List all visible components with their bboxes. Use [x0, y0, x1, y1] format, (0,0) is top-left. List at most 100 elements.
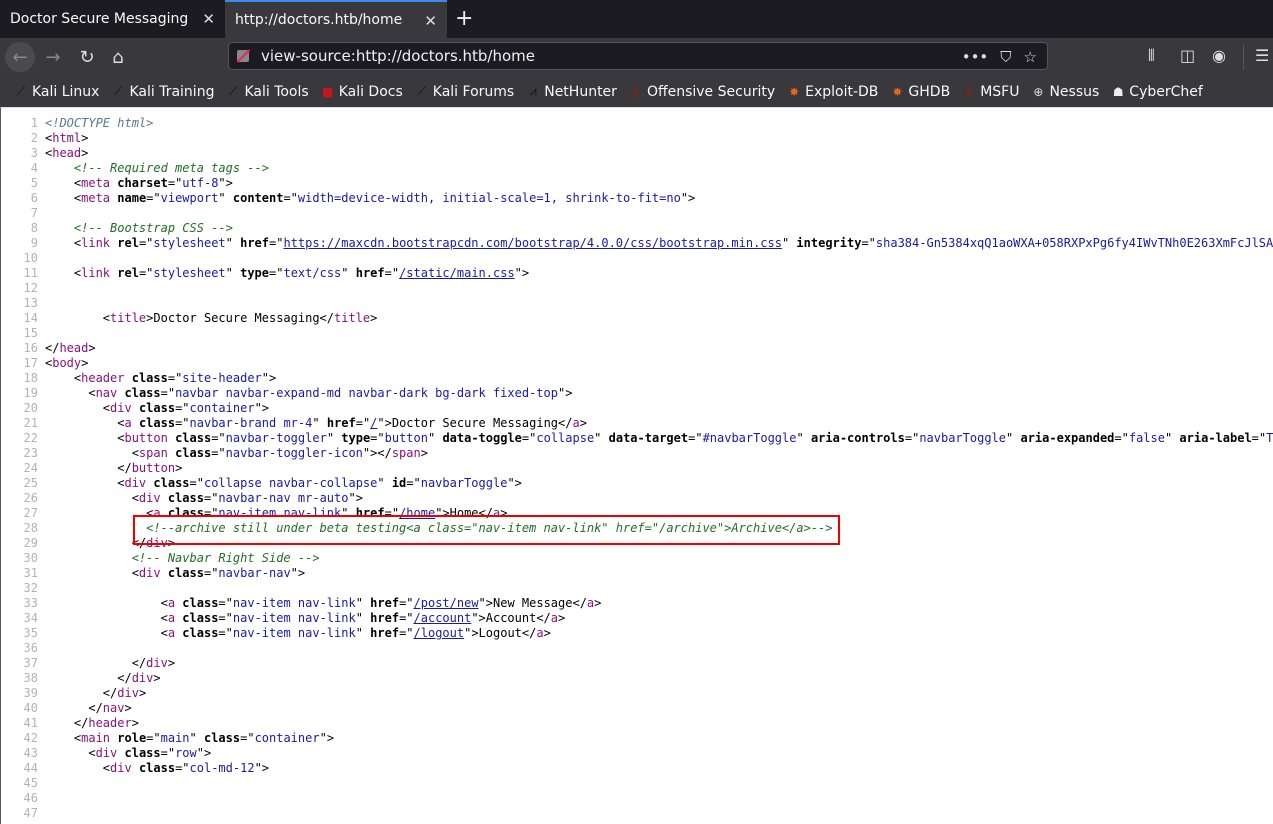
line-code: <a class="nav-item nav-link" href="/acco… — [45, 611, 566, 625]
tab-doctors-home[interactable]: http://doctors.htb/home ✕ — [225, 0, 447, 38]
home-icon[interactable]: ⌂ — [103, 42, 133, 72]
source-line: 45 — [1, 776, 1273, 791]
tab-doctor-secure-messaging[interactable]: Doctor Secure Messaging ✕ — [0, 0, 225, 38]
sidebar-icon[interactable]: ◫ — [1180, 46, 1195, 65]
bookmark-kali-training[interactable]: ⟋ Kali Training — [111, 84, 214, 100]
line-number: 3 — [30, 146, 38, 160]
bookmark-offensive-security[interactable]: ▮ Offensive Security — [629, 84, 776, 100]
line-code: <title>Doctor Secure Messaging</title> — [45, 311, 378, 325]
url-bar[interactable]: view-source:http://doctors.htb/home ••• … — [228, 42, 1048, 70]
bookmark-exploit-db[interactable]: ✸ Exploit-DB — [787, 84, 878, 100]
line-number: 1 — [30, 116, 38, 130]
line-number: 33 — [23, 596, 38, 610]
line-number: 6 — [30, 191, 38, 205]
line-number: 37 — [23, 656, 38, 670]
new-tab-plus-icon[interactable]: + — [455, 6, 473, 31]
bookmark-star-icon[interactable]: ☆ — [1024, 48, 1037, 66]
page-actions-icon[interactable]: ••• — [962, 48, 989, 66]
line-code: <div class="navbar-nav mr-auto"> — [45, 491, 363, 505]
bookmark-msfu[interactable]: ▮ MSFU — [962, 83, 1020, 100]
tab-label: http://doctors.htb/home — [235, 12, 403, 28]
line-number: 45 — [23, 776, 38, 790]
line-code: <link rel="stylesheet" href="https://max… — [45, 236, 1273, 250]
bookmark-kali-forums[interactable]: ⟋ Kali Forums — [415, 83, 515, 100]
kali-docs-icon: ■ — [322, 84, 334, 99]
line-code: <div class="container"> — [45, 401, 270, 415]
source-line: 14 <title>Doctor Secure Messaging</title… — [1, 311, 1273, 326]
line-number: 16 — [23, 341, 38, 355]
line-number: 29 — [23, 536, 38, 550]
hamburger-menu-icon[interactable]: ☰ — [1255, 46, 1269, 65]
line-code: <body> — [45, 356, 89, 370]
line-number: 25 — [23, 476, 38, 490]
source-line: 9 <link rel="stylesheet" href="https://m… — [1, 236, 1273, 251]
source-line: 6 <meta name="viewport" content="width=d… — [1, 191, 1273, 206]
line-number: 47 — [23, 806, 38, 820]
library-icon[interactable]: ⫴ — [1148, 46, 1155, 66]
bookmark-label: Kali Forums — [432, 83, 515, 100]
kali-dragon-icon: ⟋ — [16, 84, 26, 98]
line-number: 13 — [23, 296, 38, 310]
tab-label: Doctor Secure Messaging — [10, 11, 189, 27]
kali-dragon-icon: ⟋ — [229, 84, 238, 98]
line-number: 17 — [23, 356, 38, 370]
back-arrow-icon[interactable]: ← — [5, 42, 35, 72]
source-line: 42 <main role="main" class="container"> — [1, 731, 1273, 746]
line-number: 18 — [23, 371, 38, 385]
bookmark-nethunter[interactable]: ⩘ NetHunter — [526, 84, 617, 100]
bookmark-label: MSFU — [980, 83, 1020, 100]
source-line: 2 <html> — [1, 131, 1273, 146]
source-line: 38 </div> — [1, 671, 1273, 686]
pocket-icon[interactable]: ⛉ — [1000, 48, 1011, 66]
line-number: 5 — [30, 176, 38, 190]
bookmark-kali-docs[interactable]: ■ Kali Docs — [321, 84, 403, 100]
source-line: 20 <div class="container"> — [1, 401, 1273, 416]
bookmark-cyberchef[interactable]: ☗ CyberChef — [1111, 84, 1203, 100]
bookmark-kali-tools[interactable]: ⟋ Kali Tools — [226, 84, 308, 100]
source-line: 41 </header> — [1, 716, 1273, 731]
source-line: 8 <!-- Bootstrap CSS --> — [1, 221, 1273, 236]
bookmark-kali-linux[interactable]: ⟋ Kali Linux — [14, 84, 100, 100]
bookmark-nessus[interactable]: ⊕ Nessus — [1031, 84, 1099, 100]
source-line: 21 <a class="navbar-brand mr-4" href="/"… — [1, 416, 1273, 431]
nethunter-icon: ⩘ — [529, 84, 537, 98]
forward-arrow-icon[interactable]: → — [38, 42, 68, 72]
view-source-content: 1 <!DOCTYPE html> 2 <html> 3 <head> 4 <!-- Req… — [0, 107, 1273, 824]
line-number: 39 — [23, 686, 38, 700]
line-number: 24 — [23, 461, 38, 475]
line-number: 11 — [23, 266, 38, 280]
insecure-lock-icon[interactable] — [237, 50, 249, 62]
line-number: 36 — [23, 641, 38, 655]
source-line: 16 </head> — [1, 341, 1273, 356]
reload-icon[interactable]: ↻ — [72, 42, 102, 72]
source-line: 44 <div class="col-md-12"> — [1, 761, 1273, 776]
line-number: 14 — [23, 311, 38, 325]
source-line: 47 — [1, 806, 1273, 821]
bookmark-label: Exploit-DB — [805, 83, 879, 100]
url-text: view-source:http://doctors.htb/home — [261, 47, 536, 65]
line-number: 8 — [30, 221, 38, 235]
line-number: 28 — [23, 521, 38, 535]
account-icon[interactable]: ◉ — [1212, 46, 1226, 65]
line-number: 30 — [23, 551, 38, 565]
line-code: </button> — [45, 461, 183, 475]
source-line: 36 — [1, 641, 1273, 656]
line-code: <html> — [45, 131, 89, 145]
offsec-icon: ▮ — [632, 84, 640, 99]
bookmark-label: Kali Training — [129, 83, 215, 100]
close-tab-icon[interactable]: ✕ — [202, 10, 215, 28]
line-code: <div class="navbar-nav"> — [45, 566, 306, 580]
line-code: <button class="navbar-toggler" type="but… — [45, 431, 1273, 445]
line-number: 15 — [23, 326, 38, 340]
close-tab-icon[interactable]: ✕ — [424, 12, 437, 30]
source-line: 22 <button class="navbar-toggler" type="… — [1, 431, 1273, 446]
line-code: </nav> — [45, 701, 132, 715]
line-code: <a class="nav-item nav-link" href="/logo… — [45, 626, 551, 640]
offsec-icon: ▮ — [965, 84, 973, 99]
line-number: 38 — [23, 671, 38, 685]
source-line: 30 <!-- Navbar Right Side --> — [1, 551, 1273, 566]
line-number: 21 — [23, 416, 38, 430]
source-line: 46 — [1, 791, 1273, 806]
bookmark-ghdb[interactable]: ✸ GHDB — [890, 84, 950, 100]
source-line: 12 — [1, 281, 1273, 296]
